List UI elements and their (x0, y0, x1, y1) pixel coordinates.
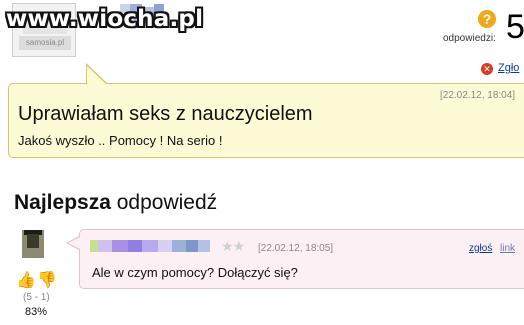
thumb-down-icon[interactable]: 👎 (37, 270, 57, 290)
vote-score: (5 - 1) (23, 292, 50, 303)
report-question-link[interactable]: ✕ Zgło (481, 62, 519, 75)
answerer-avatar[interactable] (22, 230, 44, 258)
watermark: www.wiocha.pl (6, 6, 204, 32)
report-answer-link[interactable]: zgłoś (469, 243, 492, 254)
best-answer-heading-bold: Najlepsza (14, 191, 111, 214)
avatar-face (27, 234, 39, 248)
answer-text: Ale w czym pomocy? Dołączyć się? (92, 265, 298, 280)
close-circle-icon: ✕ (481, 63, 493, 75)
help-icon[interactable]: ? (478, 10, 496, 28)
answer-bubble (79, 229, 524, 289)
best-answer-heading: Najlepsza odpowiedź (14, 191, 217, 215)
avatar-logo: samosia.pl (19, 36, 71, 50)
rating-stars: ★★ (221, 238, 245, 254)
question-title: Uprawiałam seks z nauczycielem (18, 103, 313, 125)
answer-permalink[interactable]: link (500, 243, 515, 254)
censored-answerer-name (90, 240, 220, 252)
thumb-up-icon[interactable]: 👍 (16, 270, 36, 290)
answers-count: 5 (506, 8, 524, 46)
question-date: [22.02.12, 18:04] (440, 90, 516, 101)
question-body: Jakoś wyszło .. Pomocy ! Na serio ! (18, 133, 223, 148)
answer-date: [22.02.12, 18:05] (258, 243, 334, 254)
vote-percent: 83% (25, 306, 48, 318)
answer-bubble-tail-fill (68, 237, 80, 249)
best-answer-heading-rest: odpowiedź (116, 191, 218, 214)
report-label: Zgło (498, 62, 520, 74)
question-bubble-tail-fill (87, 66, 106, 84)
answers-label: odpowiedzi: (443, 33, 496, 44)
